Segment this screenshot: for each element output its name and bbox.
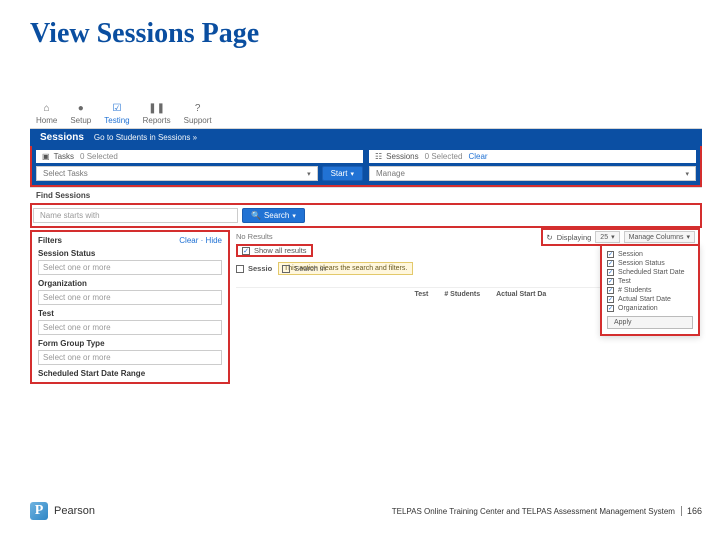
search-row: Name starts with 🔍 Search ▾	[30, 203, 702, 228]
manage-columns-dropdown[interactable]: Manage Columns ▾	[624, 231, 695, 243]
column-option[interactable]: ✓Test	[607, 278, 693, 285]
filter-label-test: Test	[38, 309, 222, 318]
chevron-down-icon: ▾	[292, 212, 296, 220]
sessions-header: Sessions Go to Students in Sessions »	[30, 129, 702, 146]
tasks-sessions-block: ▣ Tasks 0 Selected ☷ Sessions 0 Selected…	[30, 146, 702, 187]
col-students: # Students	[444, 291, 480, 298]
refresh-icon[interactable]: ↻	[546, 233, 552, 242]
filter-label-organization: Organization	[38, 279, 222, 288]
clear-sessions-link[interactable]: Clear	[468, 152, 487, 161]
search-toggle-checkbox[interactable]	[282, 265, 290, 273]
apply-columns-button[interactable]: Apply	[607, 316, 693, 329]
col-test: Test	[414, 291, 428, 298]
chevron-down-icon: ▾	[611, 233, 615, 241]
search-input[interactable]: Name starts with	[33, 208, 238, 223]
slide-footer: P Pearson TELPAS Online Training Center …	[30, 502, 702, 520]
nav-label: Support	[184, 116, 212, 125]
column-option[interactable]: ✓Scheduled Start Date	[607, 269, 693, 276]
sessions-label: Sessions	[386, 152, 418, 161]
filter-select-session-status[interactable]: Select one or more	[38, 260, 222, 275]
go-to-students-link[interactable]: Go to Students in Sessions »	[94, 133, 197, 142]
column-option[interactable]: ✓Actual Start Date	[607, 296, 693, 303]
search-icon: 🔍	[251, 211, 261, 220]
application-screenshot: ⌂ Home ● Setup ☑ Testing ❚❚ Reports ? Su…	[30, 100, 702, 384]
filter-label-date-range: Scheduled Start Date Range	[38, 369, 222, 378]
show-all-results[interactable]: ✓ Show all results This action clears th…	[236, 244, 313, 257]
chevron-down-icon: ▾	[685, 170, 689, 178]
column-option[interactable]: ✓# Students	[607, 287, 693, 294]
nav-label: Home	[36, 116, 57, 125]
tasks-icon: ▣	[42, 152, 50, 161]
find-sessions-header: Find Sessions	[30, 187, 702, 203]
select-tasks-dropdown[interactable]: Select Tasks ▾	[36, 166, 318, 181]
filters-hide-link[interactable]: Hide	[206, 236, 222, 245]
filters-panel: Filters Clear · Hide Session Status Sele…	[30, 230, 230, 384]
home-icon: ⌂	[44, 104, 50, 114]
sessions-panel: ☷ Sessions 0 Selected Clear	[369, 150, 696, 163]
pearson-brand: Pearson	[54, 505, 95, 517]
nav-label: Reports	[143, 116, 171, 125]
sessions-icon: ☷	[375, 152, 382, 161]
page-size-dropdown[interactable]: 25 ▾	[595, 231, 619, 243]
sessions-selected-count: 0 Selected	[425, 152, 463, 161]
filter-label-form-group: Form Group Type	[38, 339, 222, 348]
column-option[interactable]: ✓Session	[607, 251, 693, 258]
filters-clear-link[interactable]: Clear	[179, 236, 198, 245]
nav-support[interactable]: ? Support	[184, 104, 212, 125]
chart-icon: ❚❚	[148, 104, 165, 114]
col-actual-start: Actual Start Da	[496, 291, 546, 298]
tasks-label: Tasks	[54, 152, 74, 161]
sessions-meta-row: Sessio Search in	[236, 264, 326, 273]
start-button[interactable]: Start ▾	[322, 166, 363, 181]
results-panel: No Results ✓ Show all results This actio…	[230, 228, 702, 384]
search-button[interactable]: 🔍 Search ▾	[242, 208, 305, 223]
column-option[interactable]: ✓Organization	[607, 305, 693, 312]
footer-text: TELPAS Online Training Center and TELPAS…	[392, 507, 675, 516]
nav-setup[interactable]: ● Setup	[70, 104, 91, 125]
filter-select-test[interactable]: Select one or more	[38, 320, 222, 335]
nav-reports[interactable]: ❚❚ Reports	[143, 104, 171, 125]
search-in-label: Search in	[294, 264, 326, 273]
manage-columns-menu: ✓Session ✓Session Status ✓Scheduled Star…	[600, 244, 700, 336]
nav-label: Setup	[70, 116, 91, 125]
filter-label-session-status: Session Status	[38, 249, 222, 258]
check-icon: ☑	[112, 104, 121, 114]
tasks-selected-count: 0 Selected	[80, 152, 118, 161]
chevron-down-icon: ▾	[350, 170, 354, 178]
pearson-p-icon: P	[30, 502, 48, 520]
checkbox-icon: ✓	[242, 247, 250, 255]
page-number: 166	[681, 506, 702, 516]
manage-sessions-dropdown[interactable]: Manage ▾	[369, 166, 696, 181]
nav-label: Testing	[104, 116, 129, 125]
top-nav: ⌂ Home ● Setup ☑ Testing ❚❚ Reports ? Su…	[30, 100, 702, 129]
filter-select-organization[interactable]: Select one or more	[38, 290, 222, 305]
nav-home[interactable]: ⌂ Home	[36, 104, 57, 125]
select-all-checkbox[interactable]	[236, 265, 244, 273]
filters-title: Filters	[38, 236, 62, 245]
help-icon: ?	[195, 104, 201, 114]
slide-title: View Sessions Page	[0, 0, 720, 50]
pearson-logo: P Pearson	[30, 502, 95, 520]
chevron-down-icon: ▾	[307, 170, 311, 178]
page-title: Sessions	[40, 132, 84, 143]
chevron-down-icon: ▾	[686, 233, 690, 241]
grid-icon: ●	[78, 104, 84, 114]
sessions-column-header: Sessio	[248, 264, 272, 273]
filter-select-form-group[interactable]: Select one or more	[38, 350, 222, 365]
tasks-panel: ▣ Tasks 0 Selected	[36, 150, 363, 163]
displaying-label: Displaying	[557, 233, 592, 242]
column-option[interactable]: ✓Session Status	[607, 260, 693, 267]
nav-testing[interactable]: ☑ Testing	[104, 104, 129, 125]
